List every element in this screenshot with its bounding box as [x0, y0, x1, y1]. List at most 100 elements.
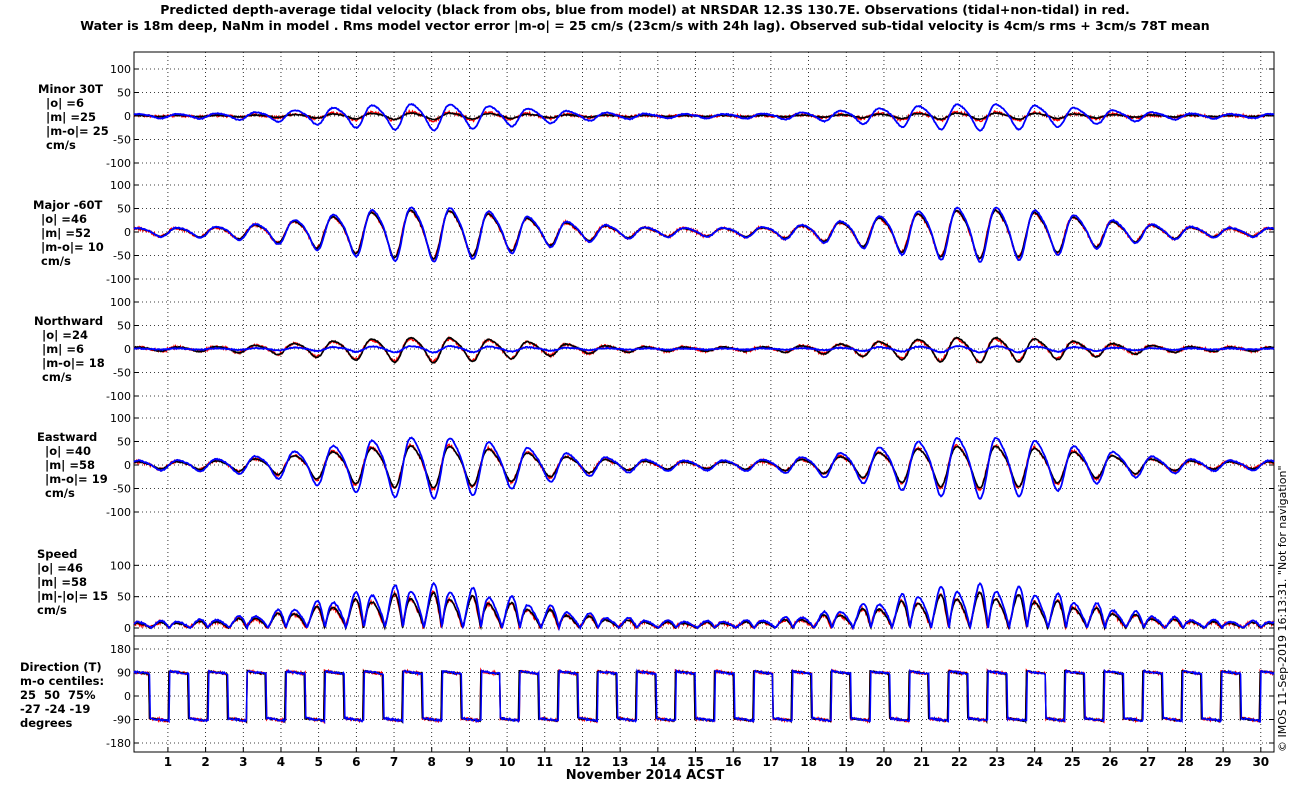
- x-tick-label-21: 21: [913, 755, 930, 769]
- northward-label-line-4: cm/s: [42, 370, 72, 384]
- speed-y-tick-label-50: 50: [117, 591, 131, 604]
- major-y-tick-label--100: -100: [106, 273, 131, 286]
- speed-label-line-4: cm/s: [37, 603, 67, 617]
- major-label-line-3: |m-o|= 10: [41, 240, 104, 254]
- minor-y-tick-label-50: 50: [117, 87, 131, 100]
- major-y-tick-label--50: -50: [113, 250, 131, 263]
- plot-frame: [133, 51, 1275, 753]
- eastward-panel-label: Eastward |o| =40 |m| =58 |m-o|= 19 cm/s: [37, 430, 108, 500]
- eastward-y-tick-label-0: 0: [124, 459, 131, 472]
- major-y-tick-label-50: 50: [117, 203, 131, 216]
- major-y-tick-label-0: 0: [124, 226, 131, 239]
- x-tick-label-22: 22: [951, 755, 968, 769]
- direction-label-line-4: degrees: [20, 716, 73, 730]
- minor-y-tick-label-0: 0: [124, 110, 131, 123]
- x-tick-label-16: 16: [725, 755, 742, 769]
- eastward-label-line-0: Eastward: [37, 430, 98, 444]
- x-tick-label-2: 2: [201, 755, 209, 769]
- x-tick-label-26: 26: [1102, 755, 1119, 769]
- x-tick-label-8: 8: [428, 755, 436, 769]
- eastward-label-line-2: |m| =58: [45, 458, 96, 472]
- direction-label-line-2: 25 50 75%: [20, 688, 96, 702]
- x-tick-label-24: 24: [1026, 755, 1043, 769]
- x-tick-label-9: 9: [465, 755, 473, 769]
- direction-y-tick-label-90: 90: [117, 667, 131, 680]
- eastward-label-line-4: cm/s: [45, 486, 75, 500]
- x-tick-label-7: 7: [390, 755, 398, 769]
- x-tick-label-5: 5: [314, 755, 322, 769]
- eastward-label-line-1: |o| =40: [45, 444, 91, 458]
- minor-y-tick-label--100: -100: [106, 157, 131, 170]
- x-tick-label-14: 14: [649, 755, 666, 769]
- major-label-line-1: |o| =46: [41, 212, 87, 226]
- direction-y-tick-label-0: 0: [124, 690, 131, 703]
- direction-label-line-0: Direction (T): [20, 660, 102, 674]
- minor-y-tick-label-100: 100: [110, 63, 131, 76]
- northward-y-tick-label-100: 100: [110, 296, 131, 309]
- x-tick-label-10: 10: [499, 755, 516, 769]
- x-tick-label-17: 17: [763, 755, 780, 769]
- major-y-tick-label-100: 100: [110, 179, 131, 192]
- x-tick-label-23: 23: [989, 755, 1006, 769]
- x-tick-label-12: 12: [574, 755, 591, 769]
- minor-y-tick-label--50: -50: [113, 134, 131, 147]
- direction-label-line-1: m-o centiles:: [20, 674, 105, 688]
- x-tick-label-28: 28: [1177, 755, 1194, 769]
- x-tick-label-15: 15: [687, 755, 704, 769]
- eastward-series-obs-tidal: [133, 444, 1275, 489]
- major-label-line-4: cm/s: [41, 254, 71, 268]
- x-tick-label-13: 13: [612, 755, 629, 769]
- chart-svg: 1 2 3 4 5 6 7 8 9 10 11 12 13 14 15 16 17 18 19 20 21 22 23 24 2…: [106, 51, 1275, 769]
- minor-label-line-3: |m-o|= 25: [46, 124, 109, 138]
- northward-label-line-2: |m| =6: [42, 342, 85, 356]
- direction-panel-label: Direction (T) m-o centiles: 25 50 75% -27 -…: [20, 660, 104, 730]
- x-tick-label-25: 25: [1064, 755, 1081, 769]
- northward-y-tick-label--100: -100: [106, 390, 131, 403]
- minor-panel-label: Minor 30T |o| =6 |m| =25 |m-o|= 25 cm/s: [38, 82, 109, 152]
- eastward-y-tick-label-100: 100: [110, 412, 131, 425]
- northward-label-line-1: |o| =24: [42, 328, 88, 342]
- major-panel-label: Major -60T |o| =46 |m| =52 |m-o|= 10 cm/s: [33, 198, 104, 268]
- northward-y-tick-label--50: -50: [113, 367, 131, 380]
- x-tick-label-3: 3: [239, 755, 247, 769]
- direction-y-tick-label--90: -90: [113, 714, 131, 727]
- x-tick-label-11: 11: [536, 755, 553, 769]
- x-tick-label-19: 19: [838, 755, 855, 769]
- speed-y-tick-label-0: 0: [124, 622, 131, 635]
- minor-label-line-1: |o| =6: [46, 96, 84, 110]
- northward-y-tick-label-50: 50: [117, 320, 131, 333]
- direction-y-tick-label-180: 180: [110, 643, 131, 656]
- eastward-y-tick-label-50: 50: [117, 436, 131, 449]
- watermark: © IMOS 11-Sep-2019 16:13:31. "Not for na…: [1276, 465, 1289, 752]
- x-tick-label-20: 20: [876, 755, 893, 769]
- speed-series-model: [133, 581, 1275, 632]
- minor-label-line-0: Minor 30T: [38, 82, 103, 96]
- northward-y-tick-label-0: 0: [124, 343, 131, 356]
- northward-label-line-0: Northward: [34, 314, 104, 328]
- speed-label-line-0: Speed: [37, 547, 78, 561]
- x-tick-label-29: 29: [1215, 755, 1232, 769]
- major-label-line-2: |m| =52: [41, 226, 92, 240]
- x-tick-label-6: 6: [352, 755, 360, 769]
- direction-y-tick-label--180: -180: [106, 737, 131, 750]
- speed-y-tick-label-100: 100: [110, 559, 131, 572]
- x-tick-label-18: 18: [800, 755, 817, 769]
- direction-label-line-3: -27 -24 -19: [20, 702, 91, 716]
- minor-label-line-4: cm/s: [46, 138, 76, 152]
- x-tick-label-27: 27: [1139, 755, 1156, 769]
- northward-label-line-3: |m-o|= 18: [42, 356, 105, 370]
- speed-label-line-1: |o| =46: [37, 561, 83, 575]
- eastward-y-tick-label--50: -50: [113, 483, 131, 496]
- speed-panel-label: Speed |o| =46 |m| =58 |m|-|o|= 15 cm/s: [37, 547, 108, 617]
- x-axis-label: November 2014 ACST: [565, 768, 725, 783]
- speed-label-line-2: |m| =58: [37, 575, 88, 589]
- speed-label-line-3: |m|-|o|= 15: [37, 589, 109, 603]
- major-label-line-0: Major -60T: [33, 198, 103, 212]
- minor-label-line-2: |m| =25: [46, 110, 97, 124]
- eastward-label-line-3: |m-o|= 19: [45, 472, 108, 486]
- x-tick-label-4: 4: [277, 755, 285, 769]
- eastward-y-tick-label--100: -100: [106, 506, 131, 519]
- x-tick-label-1: 1: [164, 755, 172, 769]
- x-tick-label-30: 30: [1252, 755, 1269, 769]
- northward-panel-label: Northward |o| =24 |m| =6 |m-o|= 18 cm/s: [34, 314, 105, 384]
